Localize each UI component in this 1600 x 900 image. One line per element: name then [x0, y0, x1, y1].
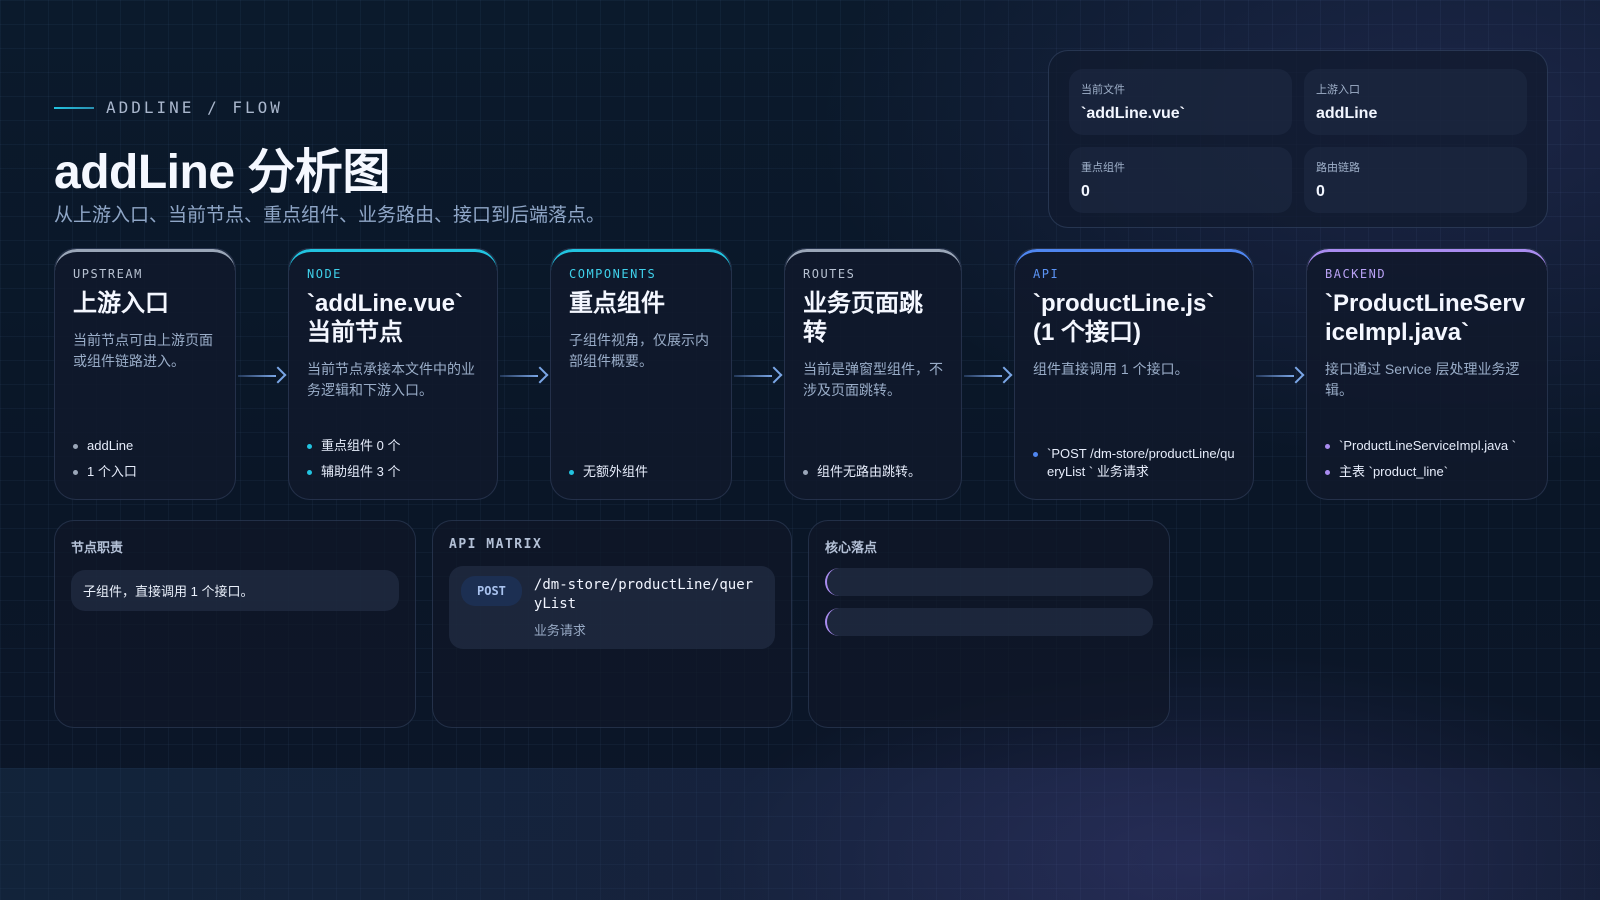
arrow-right-icon: [1256, 366, 1305, 386]
duty-text: 子组件，直接调用 1 个接口。: [71, 570, 399, 611]
core-item: [825, 568, 1153, 596]
api-row[interactable]: POST /dm-store/productLine/queryList 业务请…: [449, 566, 775, 649]
card-tag: BACKEND: [1325, 267, 1387, 281]
method-badge: POST: [461, 576, 522, 606]
bottom-band: [0, 768, 1600, 900]
page-subtitle: 从上游入口、当前节点、重点组件、业务路由、接口到后端落点。: [54, 205, 606, 226]
stat-label: 上游入口: [1316, 84, 1360, 96]
stat-components: 重点组件 0: [1069, 147, 1292, 213]
list-item: 主表 `product_line`: [1325, 463, 1533, 481]
arrow-right-icon: [238, 366, 287, 386]
list-item: 无额外组件: [569, 463, 717, 481]
panel-title: 核心落点: [825, 540, 878, 555]
panel-title: 节点职责: [71, 540, 124, 555]
list-item: 辅助组件 3 个: [307, 463, 483, 481]
summary-panel: 当前文件 `addLine.vue` 上游入口 addLine 重点组件 0 路…: [1048, 50, 1548, 228]
stat-label: 重点组件: [1081, 162, 1125, 174]
card-desc: 当前节点可由上游页面或组件链路进入。: [73, 332, 213, 369]
eyebrow-text: ADDLINE / FLOW: [106, 98, 283, 117]
card-tag: COMPONENTS: [569, 267, 657, 281]
list-item: addLine: [73, 437, 221, 455]
stat-value: `addLine.vue`: [1081, 105, 1186, 122]
card-node[interactable]: NODE `addLine.vue` 当前节点 当前节点承接本文件中的业务逻辑和…: [288, 248, 498, 500]
stat-routes: 路由链路 0: [1304, 147, 1527, 213]
panel-node-duty: 节点职责 子组件，直接调用 1 个接口。: [54, 520, 416, 728]
card-list: 无额外组件: [569, 455, 717, 481]
card-desc: 子组件视角，仅展示内部组件概要。: [569, 332, 709, 369]
card-list: `ProductLineServiceImpl.java ` 主表 `produ…: [1325, 429, 1533, 481]
panel-title: API MATRIX: [449, 537, 543, 552]
list-item: 重点组件 0 个: [307, 437, 483, 455]
core-item: [825, 608, 1153, 636]
card-api[interactable]: API `productLine.js` (1 个接口) 组件直接调用 1 个接…: [1014, 248, 1254, 500]
panel-api-matrix: API MATRIX POST /dm-store/productLine/qu…: [432, 520, 792, 728]
list-item: 组件无路由跳转。: [803, 463, 947, 481]
eyebrow-line: [54, 106, 94, 109]
stat-value: 0: [1081, 183, 1090, 200]
card-backend[interactable]: BACKEND `ProductLineServiceImpl.java` 接口…: [1306, 248, 1548, 500]
card-desc: 当前节点承接本文件中的业务逻辑和下游入口。: [307, 361, 475, 398]
eyebrow: ADDLINE / FLOW: [54, 98, 283, 117]
list-item: `POST /dm-store/productLine/queryList ` …: [1033, 445, 1239, 481]
card-list: 组件无路由跳转。: [803, 455, 947, 481]
list-item: `ProductLineServiceImpl.java `: [1325, 437, 1533, 455]
stat-upstream: 上游入口 addLine: [1304, 69, 1527, 135]
card-desc: 接口通过 Service 层处理业务逻辑。: [1325, 361, 1520, 398]
card-tag: API: [1033, 267, 1060, 281]
stat-value: addLine: [1316, 105, 1378, 122]
card-desc: 组件直接调用 1 个接口。: [1033, 361, 1189, 377]
stat-label: 当前文件: [1081, 84, 1125, 96]
card-list: `POST /dm-store/productLine/queryList ` …: [1033, 437, 1239, 481]
stat-label: 路由链路: [1316, 162, 1360, 174]
api-desc: 业务请求: [533, 623, 586, 638]
list-item: 1 个入口: [73, 463, 221, 481]
card-heading: `ProductLineServiceImpl.java`: [1325, 290, 1526, 346]
card-upstream[interactable]: UPSTREAM 上游入口 当前节点可由上游页面或组件链路进入。 addLine…: [54, 248, 236, 500]
card-tag: ROUTES: [803, 267, 856, 281]
stat-value: 0: [1316, 183, 1325, 200]
api-path: /dm-store/productLine/queryList: [533, 577, 754, 612]
card-list: addLine 1 个入口: [73, 429, 221, 481]
card-routes[interactable]: ROUTES 业务页面跳转 当前是弹窗型组件，不涉及页面跳转。 组件无路由跳转。: [784, 248, 962, 500]
panel-core-landing: 核心落点: [808, 520, 1170, 728]
card-heading: 上游入口: [73, 290, 169, 317]
card-heading: `addLine.vue` 当前节点: [307, 290, 464, 346]
card-list: 重点组件 0 个 辅助组件 3 个: [307, 429, 483, 481]
arrow-right-icon: [500, 366, 549, 386]
card-tag: UPSTREAM: [73, 267, 143, 281]
card-heading: `productLine.js` (1 个接口): [1033, 290, 1215, 346]
arrow-right-icon: [964, 366, 1013, 386]
card-desc: 当前是弹窗型组件，不涉及页面跳转。: [803, 361, 943, 398]
stat-current-file: 当前文件 `addLine.vue`: [1069, 69, 1292, 135]
page-title: addLine 分析图: [54, 146, 390, 199]
card-components[interactable]: COMPONENTS 重点组件 子组件视角，仅展示内部组件概要。 无额外组件: [550, 248, 732, 500]
card-heading: 重点组件: [569, 290, 665, 317]
card-heading: 业务页面跳转: [803, 290, 923, 346]
arrow-right-icon: [734, 366, 783, 386]
card-tag: NODE: [307, 267, 342, 281]
